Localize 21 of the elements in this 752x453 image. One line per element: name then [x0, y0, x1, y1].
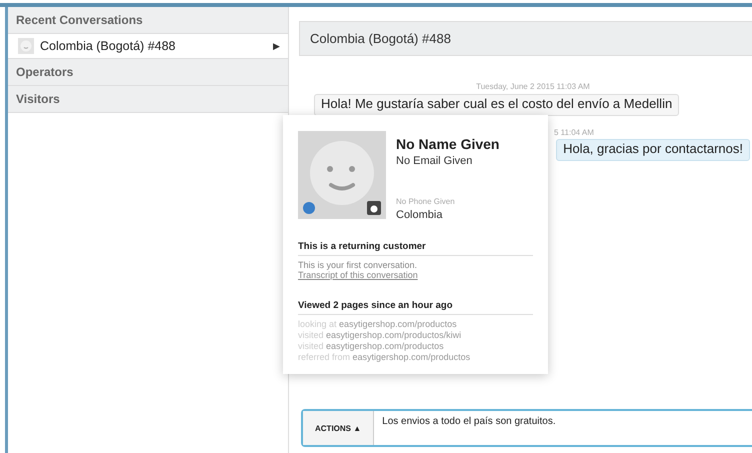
visitor-email: No Email Given — [396, 155, 474, 167]
visitor-country: Colombia — [396, 209, 444, 221]
actions-button[interactable]: ACTIONS ▲ — [303, 411, 374, 445]
conversation-label: Colombia (Bogotá) #488 — [40, 39, 176, 53]
visitor-phone: No Phone Given — [396, 197, 456, 206]
smiley-avatar-icon — [18, 38, 34, 54]
arrow-icon: ▶ — [273, 41, 280, 51]
sidebar-section-header[interactable]: Recent Conversations — [8, 7, 288, 34]
visitor-name: No Name Given — [396, 136, 500, 152]
operator-message: Hola, gracias por contactarnos! — [556, 139, 750, 161]
section-title: Viewed 2 pages since an hour ago — [298, 300, 533, 315]
timestamp: Tuesday, June 2 2015 11:03 AM — [475, 82, 591, 92]
sidebar-section-header[interactable]: Visitors — [8, 86, 288, 113]
conversation-title: Colombia (Bogotá) #488 — [299, 21, 752, 56]
conversation-note: This is your first conversation. — [298, 260, 418, 270]
section-title: This is a returning customer — [298, 241, 533, 256]
transcript-link[interactable]: Transcript of this conversation — [298, 270, 533, 280]
visitor-message: Hola! Me gustaría saber cual es el costo del envío a Medellin — [314, 94, 680, 116]
sidebar-section-header[interactable]: Operators — [8, 59, 288, 86]
timestamp: 5 11:04 AM — [554, 128, 594, 137]
message-field[interactable]: ACTIONS ▲ Los envios a todo el país son gratuitos. — [301, 409, 752, 447]
